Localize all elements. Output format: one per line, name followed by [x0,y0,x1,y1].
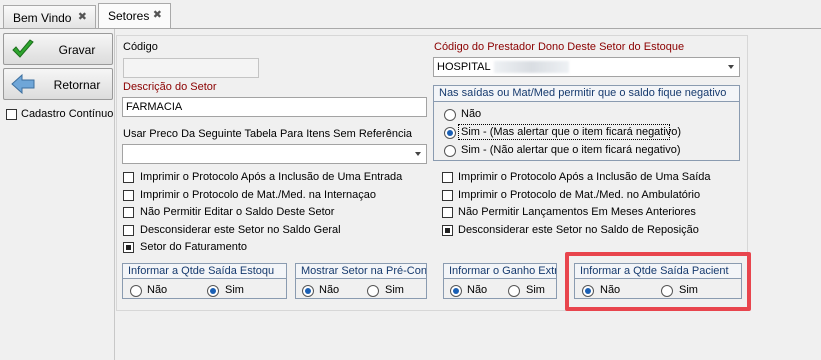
checkmark-icon [12,39,34,58]
continuous-checkbox[interactable] [6,109,17,120]
back-label: Retornar [53,78,101,92]
save-label: Gravar [58,43,96,57]
prestador-label: Código do Prestador Dono Deste Setor do … [434,41,685,53]
codigo-field[interactable] [123,58,259,78]
saldo-radio-sim-alertar[interactable] [444,127,456,139]
descricao-label: Descrição do Setor [123,81,217,93]
radio-label: Não [467,284,488,296]
checkbox[interactable] [442,207,453,218]
checkbox-label: Não Permitir Lançamentos Em Meses Anteri… [458,206,696,218]
tabela-dropdown[interactable] [122,144,427,164]
saldo-radio-sim-nao-alertar[interactable] [444,145,456,157]
tab-strip: Bem Vindo ✖ Setores ✖ [0,0,821,29]
radio-nao[interactable] [582,285,594,297]
checkbox[interactable] [123,207,134,218]
focus-rect [458,124,670,140]
saldo-radio-nao[interactable] [444,109,456,121]
checkbox[interactable] [442,225,453,236]
tab-divider [0,28,821,29]
left-panel-divider [114,29,115,360]
option-group-pre-con: Mostrar Setor na Pré-Con [295,263,427,299]
saldo-option-label: Não [461,108,482,120]
saldo-option-label: Sim - (Não alertar que o item ficará neg… [461,144,681,156]
redacted-area [494,61,569,73]
tabela-label: Usar Preco Da Seguinte Tabela Para Itens… [123,128,413,140]
radio-sim[interactable] [207,285,219,297]
arrow-left-icon [11,73,35,95]
prestador-dropdown[interactable]: HOSPITAL [433,57,740,77]
radio-label: Não [147,284,168,296]
checkbox[interactable] [123,172,134,183]
radio-label: Sim [385,284,404,296]
checkbox-label: Imprimir o Protocolo Após a Inclusão de … [458,171,711,183]
checkbox[interactable] [123,242,134,253]
radio-label: Não [319,284,340,296]
save-button[interactable]: Gravar [3,33,113,65]
radio-label: Não [600,284,621,296]
radio-label: Sim [679,284,698,296]
tab-label: Bem Vindo [13,11,72,25]
checkbox[interactable] [442,172,453,183]
radio-nao[interactable] [130,285,142,297]
radio-nao[interactable] [450,285,462,297]
radio-sim[interactable] [367,285,379,297]
group-title: Informar a Qtde Saída Pacient [575,264,741,279]
radio-sim[interactable] [508,285,520,297]
continuous-label: Cadastro Contínuo [21,108,114,120]
checkbox-label: Imprimir o Protocolo de Mat./Med. na Int… [140,189,376,201]
descricao-field[interactable]: FARMACIA [122,97,427,117]
checkbox-label: Desconsiderar este Setor no Saldo Geral [140,224,341,236]
group-title: Informar o Ganho Extr [444,264,556,279]
back-button[interactable]: Retornar [3,68,113,100]
checkbox-label: Não Permitir Editar o Saldo Deste Setor [140,206,335,218]
checkbox[interactable] [123,225,134,236]
radio-sim[interactable] [661,285,673,297]
radio-label: Sim [225,284,244,296]
group-title: Mostrar Setor na Pré-Con [296,264,426,279]
checkbox-label: Imprimir o Protocolo de Mat./Med. no Amb… [458,189,701,201]
codigo-label: Código [123,41,158,53]
tab-bem-vindo[interactable]: Bem Vindo ✖ [3,5,96,29]
tab-label: Setores [108,9,150,23]
close-icon[interactable]: ✖ [78,10,87,23]
group-title: Nas saídas ou Mat/Med permitir que o sal… [434,86,739,102]
checkbox[interactable] [123,190,134,201]
radio-nao[interactable] [302,285,314,297]
checkbox-label: Desconsiderar este Setor no Saldo de Rep… [458,224,699,236]
prestador-value: HOSPITAL [437,61,491,73]
close-icon[interactable]: ✖ [153,8,162,21]
tab-setores[interactable]: Setores ✖ [98,3,171,29]
checkbox[interactable] [442,190,453,201]
group-title: Informar a Qtde Saída Estoqu [123,264,286,279]
chevron-down-icon [728,65,734,69]
radio-label: Sim [526,284,545,296]
checkbox-label: Setor do Faturamento [140,241,248,253]
chevron-down-icon [415,152,421,156]
checkbox-label: Imprimir o Protocolo Após a Inclusão de … [140,171,403,183]
